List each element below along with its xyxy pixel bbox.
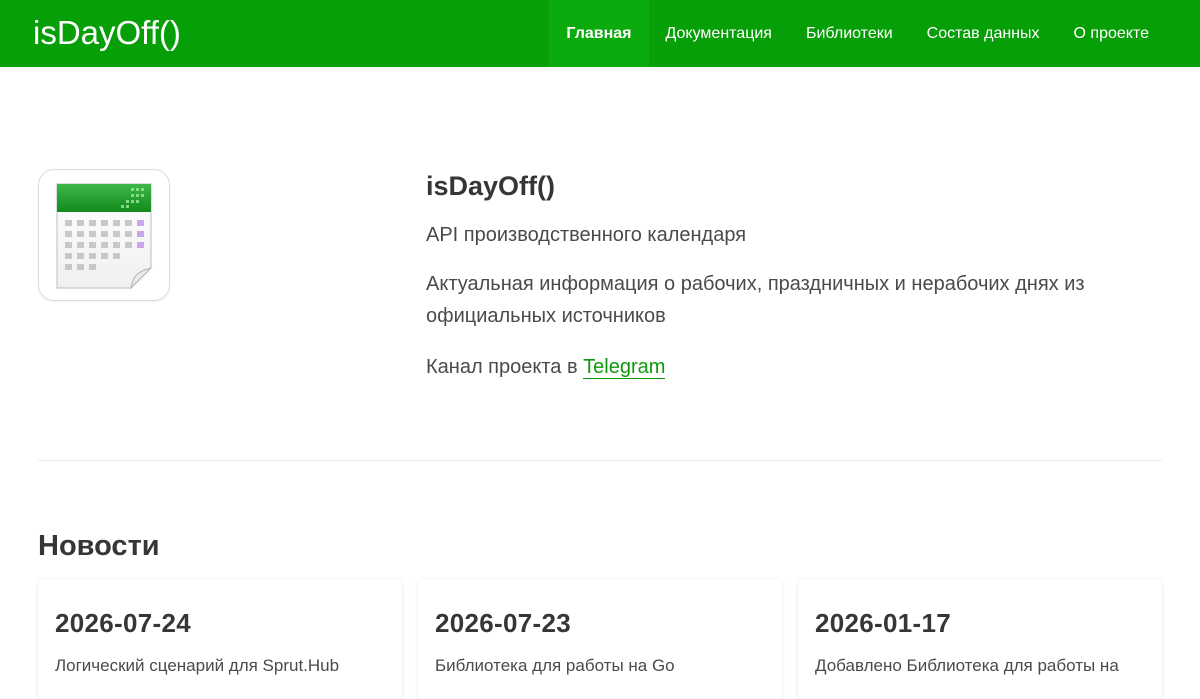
news-date: 2026-01-17 <box>815 608 951 638</box>
nav-menu: Главная Документация Библиотеки Состав д… <box>549 0 1166 67</box>
nav-item-docs[interactable]: Документация <box>649 0 789 67</box>
page-title: isDayOff() <box>426 171 556 201</box>
news-text: Добавлено Библиотека для работы на <box>815 656 1119 675</box>
news-card[interactable]: 2026-07-24 Логический сценарий для Sprut… <box>38 579 402 699</box>
news-date: 2026-07-24 <box>55 608 191 638</box>
news-text: Логический сценарий для Sprut.Hub <box>55 656 340 675</box>
nav-item-home[interactable]: Главная <box>549 0 649 67</box>
hero-section: isDayOff() API производственного календа… <box>426 168 1166 402</box>
news-card[interactable]: 2026-01-17 Добавлено Библиотека для рабо… <box>798 579 1162 699</box>
brand-logo[interactable]: isDayOff() <box>33 13 181 53</box>
top-navbar: isDayOff() Главная Документация Библиоте… <box>0 0 1200 67</box>
channel-prefix: Канал проекта в <box>426 356 584 378</box>
nav-item-about[interactable]: О проекте <box>1057 0 1166 67</box>
news-text: Библиотека для работы на Go <box>435 656 675 675</box>
news-heading: Новости <box>38 530 160 562</box>
telegram-link[interactable]: Telegram <box>583 356 666 379</box>
nav-item-libraries[interactable]: Библиотеки <box>789 0 910 67</box>
calendar-icon <box>38 169 170 301</box>
hero-channel-line: Канал проекта в Telegram <box>426 351 1166 383</box>
section-divider <box>38 460 1162 461</box>
hero-description: Актуальная информация о рабочих, праздни… <box>426 273 1085 327</box>
hero-subtitle: API производственного календаря <box>426 224 747 246</box>
nav-item-data[interactable]: Состав данных <box>910 0 1057 67</box>
news-card[interactable]: 2026-07-23 Библиотека для работы на Go <box>418 579 782 699</box>
news-date: 2026-07-23 <box>435 608 571 638</box>
